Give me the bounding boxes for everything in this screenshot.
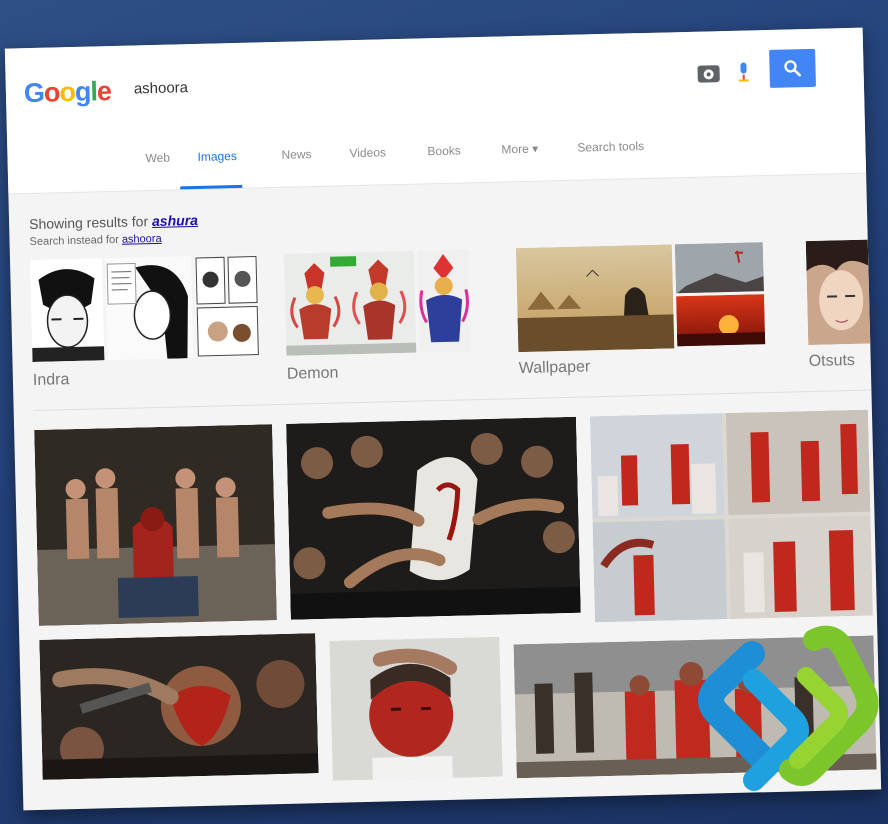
- image-result[interactable]: [34, 424, 277, 626]
- logo-letter: o: [59, 76, 76, 108]
- logo-letter: o: [43, 77, 60, 108]
- cluster-thumbnail: [193, 254, 261, 359]
- cluster-label: Demon: [286, 364, 339, 383]
- tab-books[interactable]: Books: [427, 143, 461, 158]
- tab-news[interactable]: News: [281, 147, 311, 162]
- microphone-icon[interactable]: [737, 62, 749, 82]
- logo-letter: G: [23, 77, 45, 109]
- cluster-label: Indra: [32, 371, 70, 390]
- tab-videos[interactable]: Videos: [349, 145, 386, 160]
- image-result[interactable]: [589, 409, 873, 623]
- cluster-wallpaper[interactable]: Wallpaper: [515, 242, 766, 378]
- search-button[interactable]: [769, 48, 816, 88]
- cluster-thumbnail: [674, 242, 764, 294]
- image-result[interactable]: [39, 633, 319, 780]
- tab-web[interactable]: Web: [145, 151, 170, 166]
- section-divider: [33, 389, 872, 411]
- cluster-otsutsuki[interactable]: Otsuts: [805, 239, 871, 371]
- google-logo[interactable]: Google: [24, 76, 112, 109]
- cluster-thumbnail: [416, 249, 472, 353]
- cluster-thumbnail: [283, 250, 417, 356]
- camera-icon[interactable]: [697, 65, 720, 83]
- cluster-thumbnail: [104, 256, 194, 361]
- search-tools-button[interactable]: Search tools: [577, 139, 644, 155]
- search-instead-text: Search instead for: [29, 233, 123, 249]
- cluster-thumbnail: [805, 239, 871, 346]
- image-result[interactable]: [329, 636, 503, 781]
- image-result[interactable]: [286, 416, 581, 620]
- search-input[interactable]: [125, 60, 647, 104]
- search-icon: [784, 60, 802, 77]
- cluster-label: Otsuts: [808, 351, 856, 371]
- active-tab-indicator: [180, 184, 243, 190]
- showing-results-line: Showing results for ashura: [29, 212, 198, 232]
- watermark-logo: [698, 625, 879, 791]
- cluster-label: Wallpaper: [518, 358, 591, 378]
- cluster-indra[interactable]: Indra: [29, 254, 261, 390]
- corrected-query-link[interactable]: ashura: [152, 212, 198, 229]
- tab-images[interactable]: Images: [197, 149, 237, 164]
- cluster-thumbnail: [676, 294, 766, 347]
- showing-results-text: Showing results for: [28, 213, 153, 233]
- original-query-link[interactable]: ashoora: [122, 233, 162, 246]
- tab-more[interactable]: More ▾: [501, 142, 538, 157]
- logo-letter: e: [96, 76, 112, 107]
- cluster-demon[interactable]: Demon: [283, 249, 472, 383]
- logo-letter: g: [74, 76, 91, 107]
- cluster-thumbnail: [29, 258, 105, 363]
- search-box: [125, 48, 817, 108]
- cluster-thumbnail: [515, 244, 675, 353]
- search-instead-line: Search instead for ashoora: [29, 232, 198, 248]
- spelling-correction: Showing results for ashura Search instea…: [29, 212, 199, 248]
